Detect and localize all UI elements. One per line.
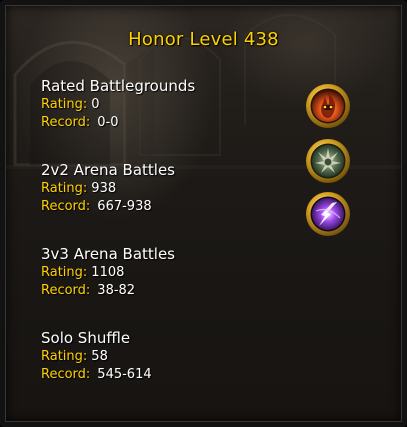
- rating-value: 1108: [91, 265, 125, 280]
- rating-value: 938: [91, 181, 117, 196]
- rating-label: Rating:: [41, 181, 88, 196]
- record-label: Record:: [41, 283, 91, 298]
- honor-level-title: Honor Level 438: [128, 29, 279, 50]
- record-value: 38-82: [97, 283, 136, 298]
- record-value: 0-0: [97, 115, 119, 130]
- record-value: 667-938: [97, 199, 152, 214]
- rating-label: Rating:: [41, 265, 88, 280]
- record-row: Record: 38-82: [41, 282, 301, 300]
- rated-battlegrounds-section: Rated Battlegrounds Rating: 0 Record: 0-0: [41, 77, 301, 132]
- rating-value: 58: [91, 349, 108, 364]
- solo-shuffle-section: Solo Shuffle Rating: 58 Record: 545-614: [41, 329, 301, 384]
- thorn-talent-icon[interactable]: [305, 138, 351, 184]
- arcane-talent-icon[interactable]: [305, 191, 351, 237]
- 2v2-arena-section: 2v2 Arena Battles Rating: 938 Record: 667-…: [41, 161, 301, 216]
- pvp-tooltip: Honor Level 438 Rated Battlegrounds Rati…: [0, 0, 407, 427]
- rating-row: Rating: 58: [41, 348, 301, 366]
- fire-talent-icon[interactable]: [305, 83, 351, 129]
- section-title: Solo Shuffle: [41, 329, 131, 347]
- rating-value: 0: [91, 97, 100, 112]
- rating-row: Rating: 0: [41, 96, 301, 114]
- section-title: 2v2 Arena Battles: [41, 161, 175, 179]
- section-title: 3v3 Arena Battles: [41, 245, 175, 263]
- record-row: Record: 667-938: [41, 198, 301, 216]
- record-label: Record:: [41, 199, 91, 214]
- record-value: 545-614: [97, 367, 152, 382]
- record-row: Record: 545-614: [41, 366, 301, 384]
- rating-row: Rating: 938: [41, 180, 301, 198]
- record-label: Record:: [41, 115, 91, 130]
- rating-label: Rating:: [41, 349, 88, 364]
- record-row: Record: 0-0: [41, 114, 301, 132]
- 3v3-arena-section: 3v3 Arena Battles Rating: 1108 Record: 38-…: [41, 245, 301, 300]
- record-label: Record:: [41, 367, 91, 382]
- rating-label: Rating:: [41, 97, 88, 112]
- section-title: Rated Battlegrounds: [41, 77, 196, 95]
- rating-row: Rating: 1108: [41, 264, 301, 282]
